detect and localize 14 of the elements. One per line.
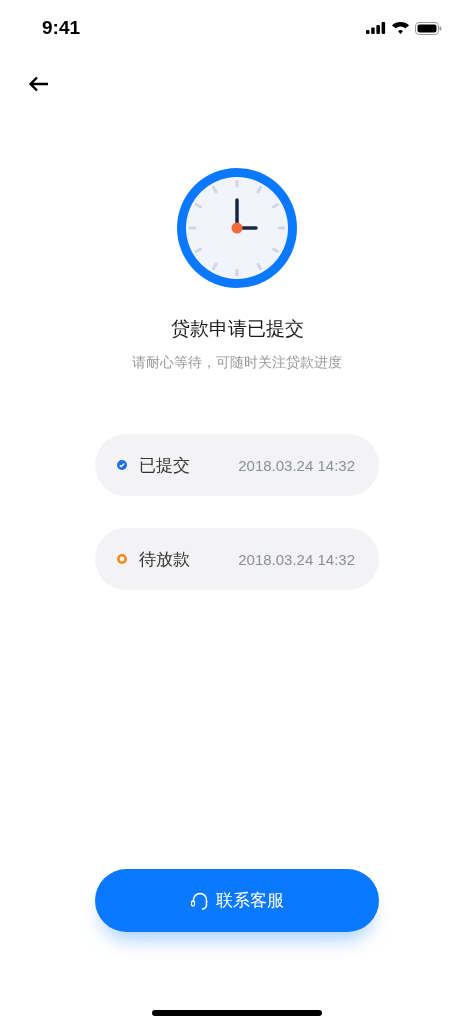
page-title: 贷款申请已提交 <box>170 316 304 341</box>
step-time: 2018.03.24 14:32 <box>238 456 355 474</box>
signal-icon <box>366 22 386 34</box>
contact-support-button[interactable]: 联系客服 <box>95 869 379 932</box>
wifi-icon <box>392 22 409 34</box>
status-time: 9:41 <box>42 17 81 39</box>
step-label: 已提交 <box>139 453 191 477</box>
headset-icon <box>190 891 210 910</box>
step-label: 待放款 <box>139 547 191 571</box>
battery-icon <box>415 21 442 35</box>
back-button[interactable] <box>29 76 49 92</box>
clock-icon <box>177 168 297 288</box>
step-time: 2018.03.24 14:32 <box>238 550 355 568</box>
page-subtitle: 请耐心等待，可随时关注贷款进度 <box>132 354 342 372</box>
